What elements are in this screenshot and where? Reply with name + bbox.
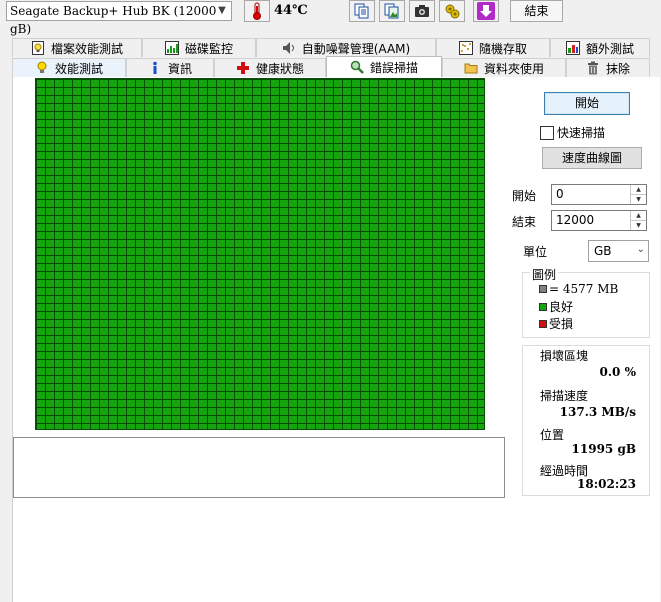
camera-icon (415, 5, 429, 17)
health-cross-icon (236, 62, 249, 74)
disk-monitor-icon (164, 41, 179, 55)
quick-scan-label[interactable]: 快速掃描 (557, 124, 605, 141)
download-arrow-icon (477, 2, 495, 20)
copy-image-button[interactable] (379, 0, 405, 22)
tab-health[interactable]: 健康狀態 (214, 58, 326, 77)
drive-select-value: Seagate Backup+ Hub BK (12000 gB) (10, 4, 217, 36)
random-access-icon (458, 41, 473, 55)
speed-curve-button[interactable]: 速度曲線圖 (542, 147, 642, 169)
info-icon (153, 61, 157, 74)
tab-file-benchmark[interactable]: 檔案效能測試 (12, 38, 142, 57)
tools-icon (445, 4, 460, 19)
tab-aam[interactable]: 自動噪聲管理(AAM) (256, 38, 436, 57)
tab-label: 健康狀態 (255, 61, 304, 76)
end-position-label: 結束 (512, 215, 537, 229)
spin-down-icon[interactable]: ▼ (631, 194, 646, 204)
copy-text-button[interactable] (349, 0, 375, 22)
drive-select[interactable]: Seagate Backup+ Hub BK (12000 gB) ▼ (6, 1, 232, 36)
tab-label: 磁碟監控 (184, 41, 233, 56)
tab-label: 抹除 (605, 61, 630, 76)
spinner-buttons[interactable]: ▲ ▼ (630, 185, 646, 204)
tab-label: 檔案效能測試 (50, 41, 123, 56)
gray-swatch-icon (539, 285, 547, 293)
tab-label: 資訊 (167, 61, 192, 76)
download-button[interactable] (473, 0, 499, 22)
tab-label: 額外測試 (585, 41, 634, 56)
legend-damaged: 受損 (539, 315, 573, 332)
elapsed-time-value: 18:02:23 (577, 477, 636, 491)
legend-good: 良好 (539, 298, 573, 315)
spin-up-icon[interactable]: ▲ (631, 185, 646, 194)
end-position-value: 12000 (556, 213, 595, 227)
scan-speed-value: 137.3 MB/s (559, 405, 636, 419)
file-benchmark-icon (31, 41, 44, 55)
tab-error-scan[interactable]: 錯誤掃描 (326, 56, 442, 77)
toolbar: Seagate Backup+ Hub BK (12000 gB) ▼ 44℃ (0, 0, 661, 36)
red-swatch-icon (539, 319, 547, 328)
tab-label: 資料夾使用 (483, 61, 544, 76)
lightbulb-icon (37, 61, 47, 73)
legend-block-size-text: = 4577 MB (549, 282, 619, 296)
tab-label: 隨機存取 (478, 41, 527, 56)
scan-log-box[interactable] (13, 437, 505, 498)
damaged-blocks-value: 0.0 % (599, 365, 636, 379)
start-position-label: 開始 (512, 189, 537, 203)
quick-scan-checkbox[interactable] (540, 126, 554, 140)
unit-select-value: GB (594, 244, 612, 258)
legend-damaged-text: 受損 (549, 317, 574, 331)
damaged-blocks-label: 損壞區塊 (540, 349, 589, 363)
start-position-spinner[interactable]: 0 ▲ ▼ (551, 184, 647, 205)
copy-image-icon (384, 3, 399, 19)
tab-extra-tests[interactable]: 額外測試 (550, 38, 650, 57)
spin-up-icon[interactable]: ▲ (631, 211, 646, 220)
exit-button[interactable]: 結束 (510, 0, 563, 22)
tab-row-2: 效能測試 資訊 健康狀態 錯誤掃描 資料夾使用 抹除 (12, 56, 650, 77)
tab-label: 錯誤掃描 (369, 60, 418, 75)
scan-speed-label: 掃描速度 (540, 389, 589, 403)
unit-label: 單位 (523, 245, 548, 259)
end-position-spinner[interactable]: 12000 ▲ ▼ (551, 210, 647, 231)
tab-erase[interactable]: 抹除 (566, 58, 650, 77)
tab-label: 自動噪聲管理(AAM) (301, 41, 411, 56)
spin-down-icon[interactable]: ▼ (631, 220, 646, 230)
temperature-display[interactable]: 44℃ (244, 0, 308, 22)
chevron-down-icon: ⌄ (636, 244, 645, 255)
tab-disk-monitor[interactable]: 磁碟監控 (142, 38, 256, 57)
tab-info[interactable]: 資訊 (126, 58, 214, 77)
start-position-value: 0 (556, 187, 564, 201)
chevron-down-icon: ▼ (218, 5, 226, 16)
folder-icon (464, 63, 478, 74)
legend-title: 圖例 (530, 266, 559, 283)
thermometer-icon (253, 2, 261, 20)
tab-row-1: 檔案效能測試 磁碟監控 自動噪聲管理(AAM) 隨機存取 額外測試 (12, 38, 650, 57)
tab-benchmark[interactable]: 效能測試 (12, 58, 126, 77)
spinner-buttons[interactable]: ▲ ▼ (630, 211, 646, 230)
extra-tests-icon (565, 41, 580, 55)
start-scan-button[interactable]: 開始 (544, 92, 630, 115)
temperature-value: 44℃ (274, 3, 308, 18)
screenshot-button[interactable] (409, 0, 435, 22)
copy-text-icon (354, 3, 369, 19)
scan-block-map (35, 78, 485, 430)
position-value: 11995 gB (571, 442, 636, 456)
position-label: 位置 (540, 428, 565, 442)
thermometer-button[interactable] (244, 0, 270, 22)
options-button[interactable] (439, 0, 465, 22)
tab-random-access[interactable]: 隨機存取 (436, 38, 550, 57)
trash-icon (587, 61, 598, 75)
tab-folder-usage[interactable]: 資料夾使用 (442, 58, 566, 77)
legend-block-size: = 4577 MB (539, 282, 618, 296)
unit-select[interactable]: GB ⌄ (588, 240, 649, 262)
green-swatch-icon (539, 302, 547, 311)
legend-good-text: 良好 (549, 300, 574, 314)
speaker-icon (282, 42, 294, 54)
tab-label: 效能測試 (54, 61, 103, 76)
magnifier-icon (350, 60, 364, 74)
